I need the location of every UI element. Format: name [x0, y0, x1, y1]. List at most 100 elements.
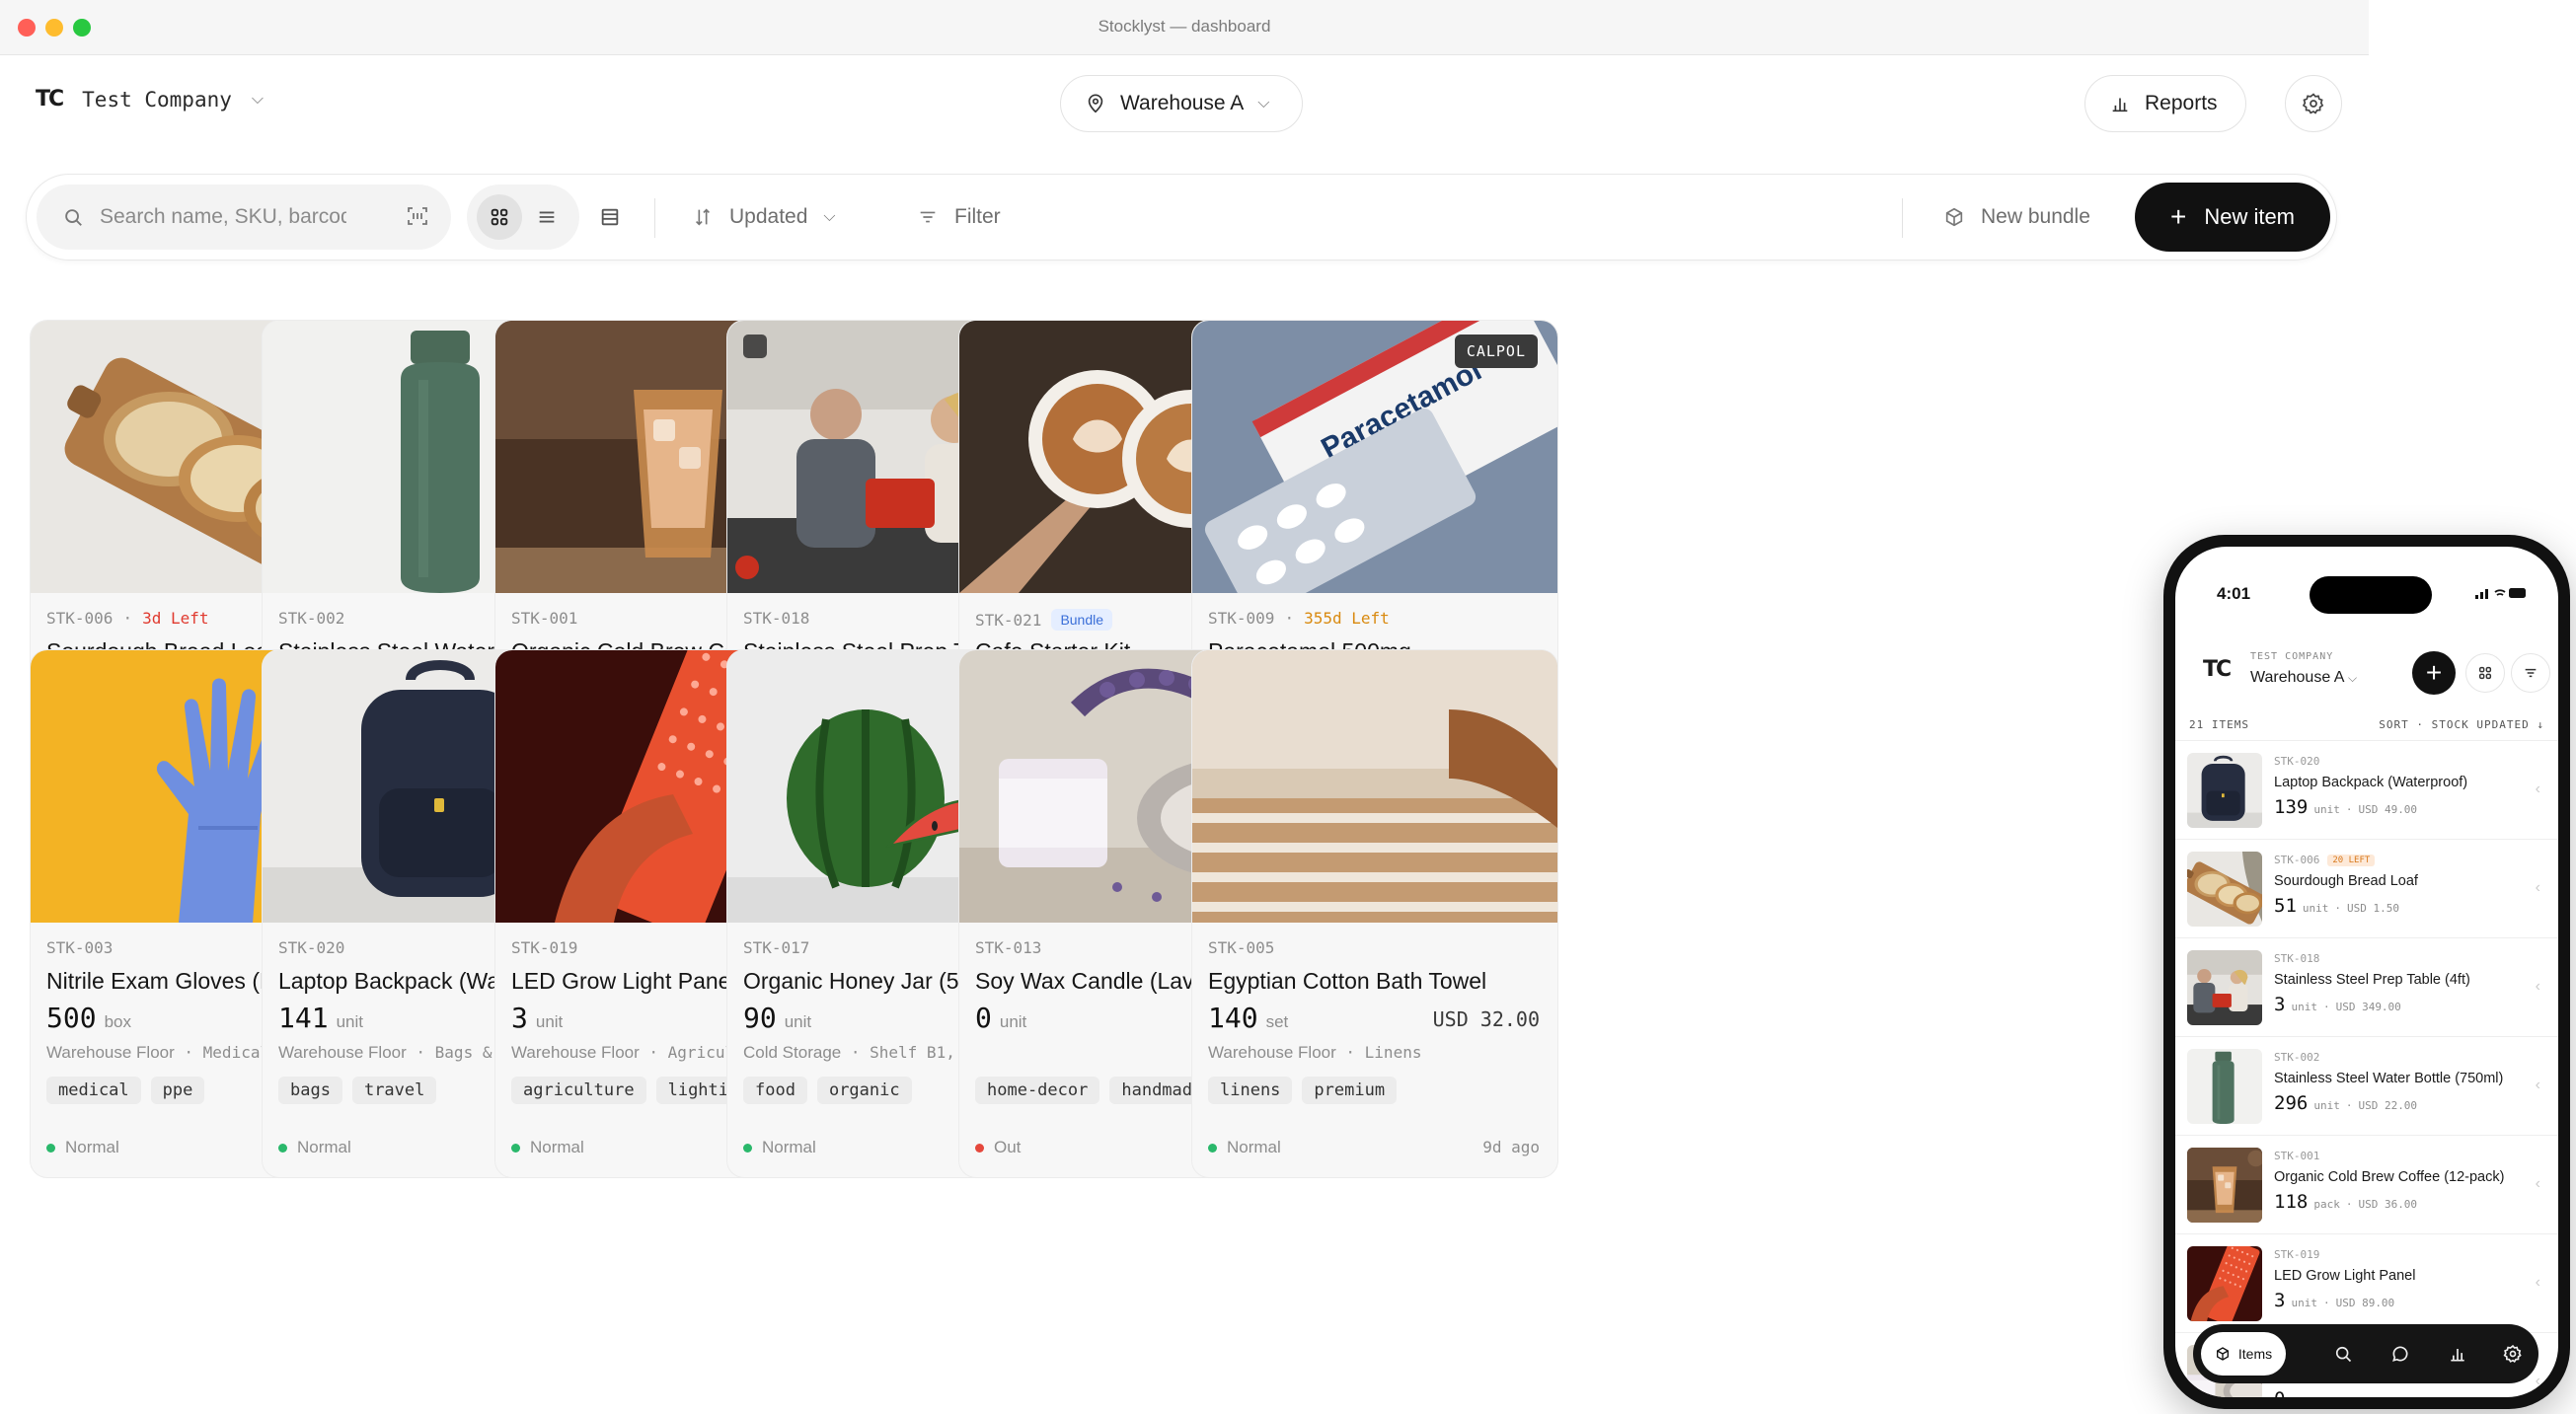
barcode-scan-icon[interactable]	[406, 204, 431, 230]
phone-tab-reports[interactable]	[2436, 1332, 2479, 1376]
sku-separator: ·	[1284, 609, 1295, 628]
sort-button[interactable]: Updated ⌵	[692, 175, 836, 260]
tag-list: agriculture lighting	[511, 1077, 761, 1104]
bar-chart-icon	[2451, 1349, 2464, 1362]
phone-filter-button[interactable]	[2511, 653, 2550, 693]
quantity-value: 141	[278, 1002, 329, 1034]
phone-add-button[interactable]: +	[2412, 651, 2456, 695]
new-bundle-button[interactable]: New bundle	[1943, 175, 2090, 260]
phone-list-item[interactable]: STK-019 LED Grow Light Panel 3 unit · US…	[2175, 1233, 2558, 1332]
sku-row: STK-005	[1208, 938, 1274, 957]
status-dot	[975, 1143, 984, 1153]
sku-row: STK-017	[743, 938, 809, 957]
tag-chip[interactable]: premium	[1302, 1077, 1398, 1104]
table-icon	[601, 208, 619, 226]
item-name: Egyptian Cotton Bath Towel	[1208, 968, 1487, 994]
tag-chip[interactable]: bags	[278, 1077, 342, 1104]
phone-quantity-value: 118	[2274, 1191, 2309, 1213]
phone-sku-row: STK-020	[2274, 755, 2319, 768]
tag-chip[interactable]: linens	[1208, 1077, 1293, 1104]
phone-list-item[interactable]: STK-006 20 LEFT Sourdough Bread Loaf 51 u…	[2175, 839, 2558, 937]
settings-button[interactable]	[2285, 75, 2342, 132]
phone-quantity-unit: unit	[2291, 1297, 2317, 1309]
tag-chip[interactable]: ppe	[150, 1077, 205, 1104]
tag-list: medical ppe	[46, 1077, 205, 1104]
phone-list-item[interactable]: STK-002 Stainless Steel Water Bottle (75…	[2175, 1036, 2558, 1135]
grid-view-button[interactable]	[477, 194, 522, 240]
search-input[interactable]: Search name, SKU, barcode	[37, 185, 451, 250]
tag-chip[interactable]: food	[743, 1077, 807, 1104]
tag-chip[interactable]: agriculture	[511, 1077, 646, 1104]
product-image	[1192, 650, 1557, 923]
new-item-button[interactable]: + New item	[2135, 183, 2330, 252]
phone-list-item[interactable]: STK-018 Stainless Steel Prep Table (4ft)…	[2175, 937, 2558, 1036]
item-grid: HOMEMADE STK-006·3d Left Sourdough Bread…	[30, 320, 2339, 1405]
status-label: Normal	[762, 1138, 816, 1156]
chevron-left-icon: ‹	[2535, 1077, 2540, 1093]
phone-separator: ·	[2334, 902, 2342, 915]
phone-sort-button[interactable]: SORT · STOCK UPDATED ↓	[2379, 718, 2544, 731]
sku: STK-013	[975, 938, 1042, 957]
phone-grid-view-button[interactable]	[2465, 653, 2505, 693]
price: USD 32.00	[1432, 1007, 1540, 1031]
phone-quantity-value: 296	[2274, 1092, 2309, 1114]
phone-sku: STK-002	[2274, 1051, 2320, 1064]
phone-items-count: 21 ITEMS	[2189, 718, 2249, 731]
phone-tab-chat[interactable]	[2379, 1332, 2422, 1376]
phone-item-thumbnail	[2187, 1049, 2262, 1124]
card-badge: CALPOL	[1454, 335, 1538, 368]
reports-button[interactable]: Reports	[2084, 75, 2246, 132]
status-dot	[1208, 1143, 1217, 1153]
tag-chip[interactable]: travel	[351, 1077, 437, 1104]
phone-list-item[interactable]: STK-001 Organic Cold Brew Coffee (12-pac…	[2175, 1135, 2558, 1233]
phone-tab-settings[interactable]	[2491, 1332, 2535, 1376]
phone-separator: ·	[2322, 1297, 2330, 1309]
chevron-down-icon: ⌵	[823, 208, 836, 225]
phone-separator: ·	[2345, 1198, 2353, 1211]
sku: STK-006	[46, 609, 114, 628]
grid-icon	[2478, 666, 2492, 680]
phone-sku-row: STK-006 20 LEFT	[2274, 854, 2376, 866]
search-icon	[65, 209, 82, 226]
phone-item-list: STK-020 Laptop Backpack (Waterproof) 139…	[2175, 740, 2558, 1397]
chevron-down-icon: ⌵	[251, 90, 265, 108]
chevron-left-icon: ‹	[2535, 879, 2540, 896]
sku: STK-001	[511, 609, 578, 628]
phone-item-name: Sourdough Bread Loaf	[2274, 873, 2418, 889]
location-detail: · Linens	[1335, 1043, 1422, 1062]
phone-tab-items-label: Items	[2237, 1346, 2273, 1362]
quantity-unit: set	[1265, 1012, 1289, 1031]
chevron-down-icon: ⌵	[2348, 671, 2358, 685]
status-label: Normal	[530, 1138, 584, 1156]
tag-chip[interactable]: organic	[816, 1077, 912, 1104]
phone-quantity-unit: pack	[2313, 1198, 2340, 1211]
sku: STK-003	[46, 938, 114, 957]
location-primary: Warehouse Floor	[46, 1043, 175, 1062]
item-card[interactable]: STK-005 Egyptian Cotton Bath Towel 140 s…	[1191, 649, 1558, 1178]
chat-bubble-icon	[2392, 1346, 2408, 1362]
status-label: Normal	[65, 1138, 119, 1156]
warehouse-selector[interactable]: Warehouse A ⌵	[1060, 75, 1303, 132]
phone-quantity: 296 unit · USD 22.00	[2274, 1092, 2417, 1114]
list-view-button[interactable]	[524, 194, 569, 240]
phone-list-item[interactable]: STK-020 Laptop Backpack (Waterproof) 139…	[2175, 740, 2558, 839]
phone-tab-items[interactable]: Items	[2201, 1332, 2286, 1376]
phone-tab-search[interactable]	[2321, 1332, 2365, 1376]
table-view-button[interactable]	[599, 175, 621, 260]
sort-label: Updated	[729, 205, 808, 228]
sort-icon	[695, 208, 711, 226]
company-switcher[interactable]: TC Test Company ⌵	[36, 87, 264, 112]
phone-warehouse-selector[interactable]: Warehouse A ⌵	[2250, 669, 2357, 687]
phone-item-thumbnail	[2187, 1148, 2262, 1223]
tag-chip[interactable]: home-decor	[975, 1077, 1100, 1104]
phone-separator: ·	[2323, 1395, 2330, 1397]
filter-icon	[2525, 668, 2537, 678]
filter-button[interactable]: Filter	[917, 175, 1001, 260]
sku-row: STK-020	[278, 938, 344, 957]
phone-quantity: 118 pack · USD 36.00	[2274, 1191, 2417, 1213]
select-checkbox[interactable]	[743, 335, 767, 358]
location-primary: Warehouse Floor	[278, 1043, 407, 1062]
tag-chip[interactable]: medical	[46, 1077, 141, 1104]
phone-screen: 4:01 TC TEST COMPANY Warehouse A ⌵ + 21 …	[2175, 547, 2558, 1397]
filter-icon	[920, 211, 936, 223]
